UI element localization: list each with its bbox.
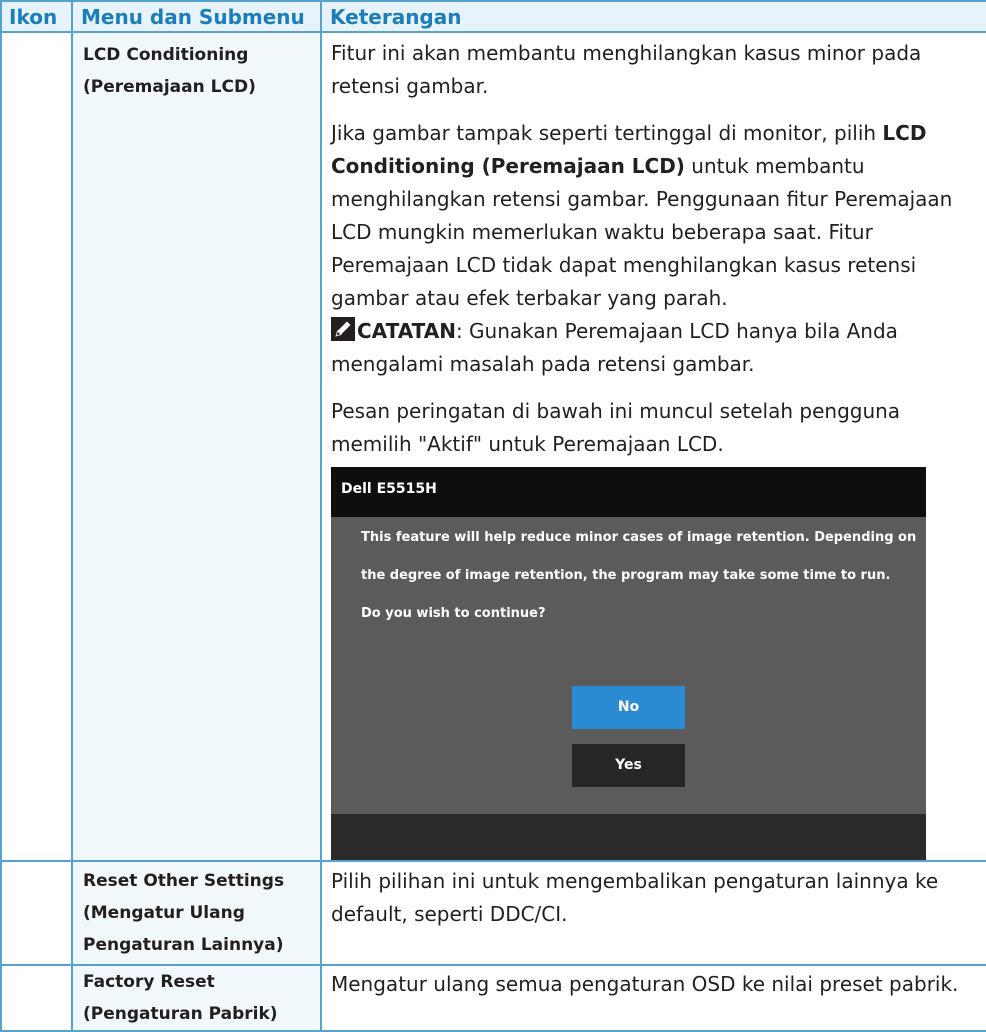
pencil-note-icon: [331, 317, 355, 341]
menu-sublabel: (Mengatur Ulang: [83, 903, 245, 923]
dialog-message: This feature will help reduce minor case…: [331, 517, 926, 633]
text-segment: Jika gambar tampak seperti tertinggal di…: [331, 121, 883, 145]
menu-sublabel: (Pengaturan Pabrik): [83, 1004, 278, 1024]
note-paragraph: CATATAN: Gunakan Peremajaan LCD hanya bi…: [331, 315, 980, 381]
dialog-title: Dell E5515H: [331, 467, 926, 517]
note-label: CATATAN: [357, 319, 456, 343]
menu-label: Factory Reset: [83, 972, 215, 992]
document-page: Ikon Menu dan Submenu Keterangan LCD Con…: [0, 0, 986, 1032]
header-ikon: Ikon: [0, 0, 73, 33]
dialog-message-line: the degree of image retention, the progr…: [361, 568, 891, 583]
header-keterangan: Keterangan: [320, 0, 986, 33]
menu-label: Reset Other Settings: [83, 871, 285, 891]
menu-sublabel: (Peremajaan LCD): [83, 77, 256, 97]
dialog-message-line: This feature will help reduce minor case…: [361, 530, 917, 545]
description-cell: Mengatur ulang semua pengaturan OSD ke n…: [320, 964, 986, 1032]
description-cell: Pilih pilihan ini untuk mengembalikan pe…: [320, 860, 986, 966]
menu-cell-factory-reset: Factory Reset (Pengaturan Pabrik): [71, 964, 322, 1032]
yes-button[interactable]: Yes: [572, 744, 685, 787]
menu-sublabel: Pengaturan Lainnya): [83, 935, 284, 955]
menu-cell-lcd-conditioning: LCD Conditioning (Peremajaan LCD): [71, 31, 322, 862]
menu-label: LCD Conditioning: [83, 45, 249, 65]
icon-cell: [0, 964, 73, 1032]
warning-dialog: Dell E5515H This feature will help reduc…: [331, 467, 926, 860]
no-button[interactable]: No: [572, 686, 685, 729]
description-paragraph: Mengatur ulang semua pengaturan OSD ke n…: [331, 972, 959, 996]
description-cell: Fitur ini akan membantu menghilangkan ka…: [320, 31, 986, 862]
description-paragraph: Pesan peringatan di bawah ini muncul set…: [331, 399, 901, 456]
icon-cell: [0, 31, 73, 862]
dialog-footer-bar: [331, 814, 926, 860]
table-row: Reset Other Settings (Mengatur Ulang Pen…: [0, 860, 986, 966]
description-paragraph: Pilih pilihan ini untuk mengembalikan pe…: [331, 869, 939, 926]
icon-cell: [0, 860, 73, 966]
dialog-message-line: Do you wish to continue?: [361, 606, 546, 621]
menu-cell-reset-other-settings: Reset Other Settings (Mengatur Ulang Pen…: [71, 860, 322, 966]
table-row: LCD Conditioning (Peremajaan LCD) Fitur …: [0, 31, 986, 862]
description-paragraph: Fitur ini akan membantu menghilangkan ka…: [331, 41, 922, 98]
table-row: Factory Reset (Pengaturan Pabrik) Mengat…: [0, 964, 986, 1032]
table-header-row: Ikon Menu dan Submenu Keterangan: [0, 0, 986, 33]
osd-menu-table: Ikon Menu dan Submenu Keterangan LCD Con…: [0, 0, 986, 1032]
description-paragraph: Jika gambar tampak seperti tertinggal di…: [331, 117, 980, 315]
header-menu: Menu dan Submenu: [71, 0, 322, 33]
